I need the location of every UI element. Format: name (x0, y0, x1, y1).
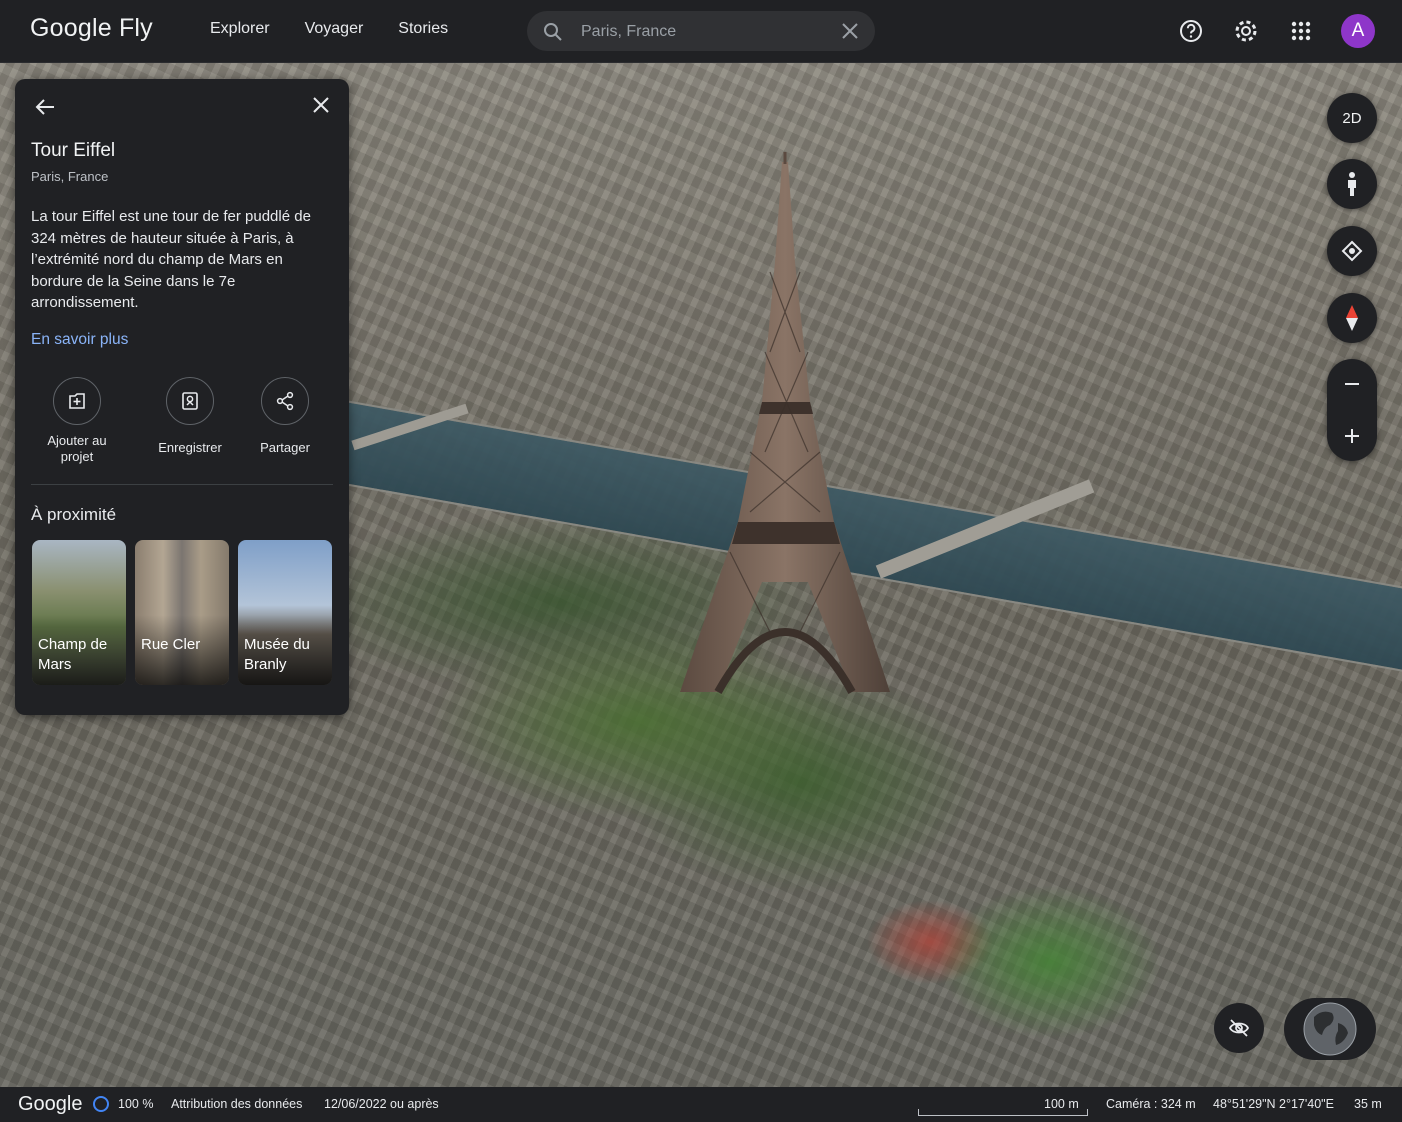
eye-off-icon (1228, 1019, 1250, 1037)
nav-item-stories[interactable]: Stories (398, 20, 448, 38)
place-description: La tour Eiffel est une tour de fer puddl… (31, 208, 311, 311)
add-to-project-icon (69, 393, 85, 409)
view-2d-toggle-button[interactable]: 2D (1327, 93, 1377, 143)
place-info-panel: Tour Eiffel Paris, France La tour Eiffel… (15, 79, 349, 715)
location-target-icon (1341, 240, 1363, 262)
zoom-in-button[interactable] (1327, 411, 1377, 461)
minus-icon (1345, 383, 1359, 385)
camera-altitude: Caméra : 324 m (1106, 1097, 1196, 1111)
add-to-project-label: Ajouter au projet (47, 433, 107, 464)
back-arrow-icon[interactable] (33, 95, 57, 119)
place-actions: Ajouter au projet Enregistrer Partager (31, 377, 333, 467)
nearby-card-rue-cler[interactable]: Rue Cler (135, 540, 229, 685)
search-icon (543, 22, 563, 47)
nearby-card-champ-de-mars[interactable]: Champ de Mars (32, 540, 126, 685)
top-app-bar: Google Fly Explorer Voyager Stories A (0, 0, 1402, 63)
pegman-icon (1348, 172, 1356, 196)
nav-item-voyager[interactable]: Voyager (305, 20, 364, 38)
save-label: Enregistrer (158, 440, 222, 455)
zoom-percent: 100 % (118, 1097, 154, 1111)
globe-view-button[interactable] (1284, 998, 1376, 1060)
globe-icon (1303, 1002, 1357, 1056)
learn-more-link[interactable]: En savoir plus (31, 331, 128, 349)
eiffel-tower-landmark[interactable] (620, 152, 950, 732)
nearby-card-musee-du-branly[interactable]: Musée du Branly (238, 540, 332, 685)
share-label: Partager (260, 440, 310, 455)
google-logo: Google (18, 1093, 83, 1115)
hide-layers-button[interactable] (1214, 1003, 1264, 1053)
place-title: Tour Eiffel (31, 140, 116, 161)
coordinates: 48°51'29"N 2°17'40"E (1213, 1097, 1334, 1111)
data-attribution-link[interactable]: Attribution des données (171, 1097, 302, 1111)
save-button[interactable]: Enregistrer (142, 377, 238, 456)
nearby-card-label: Musée du Branly (244, 636, 310, 673)
search-bar (527, 11, 875, 51)
search-input[interactable] (579, 20, 833, 44)
nearby-heading: À proximité (31, 505, 117, 524)
loading-ring-icon (93, 1096, 109, 1112)
apps-grid-icon[interactable] (1287, 17, 1315, 45)
nearby-card-label: Champ de Mars (38, 636, 108, 673)
close-icon[interactable] (311, 95, 331, 115)
status-bar: Google 100 % Attribution des données 12/… (0, 1087, 1402, 1122)
divider (31, 484, 333, 485)
compass-button[interactable] (1327, 293, 1377, 343)
imagery-date: 12/06/2022 ou après (324, 1097, 439, 1111)
nav-item-explorer[interactable]: Explorer (210, 20, 270, 38)
scale-label: 100 m (1044, 1097, 1079, 1111)
user-avatar[interactable]: A (1341, 14, 1375, 48)
help-icon[interactable] (1177, 17, 1205, 45)
plus-icon (1345, 429, 1359, 443)
street-view-pegman-button[interactable] (1327, 159, 1377, 209)
share-icon (276, 391, 294, 411)
zoom-control (1327, 359, 1377, 461)
compass-icon (1346, 305, 1358, 331)
share-button[interactable]: Partager (237, 377, 333, 456)
nearby-card-label: Rue Cler (141, 636, 201, 653)
bookmark-icon (182, 392, 198, 410)
clear-search-icon[interactable] (841, 22, 859, 40)
add-to-project-button[interactable]: Ajouter au projet (29, 377, 125, 464)
zoom-out-button[interactable] (1327, 359, 1377, 409)
my-location-button[interactable] (1327, 226, 1377, 276)
elevation: 35 m (1354, 1097, 1382, 1111)
place-subtitle: Paris, France (31, 169, 109, 184)
settings-gear-icon[interactable] (1232, 17, 1260, 45)
app-logo[interactable]: Google Fly (30, 14, 153, 43)
main-nav: Explorer Voyager Stories (210, 20, 448, 38)
